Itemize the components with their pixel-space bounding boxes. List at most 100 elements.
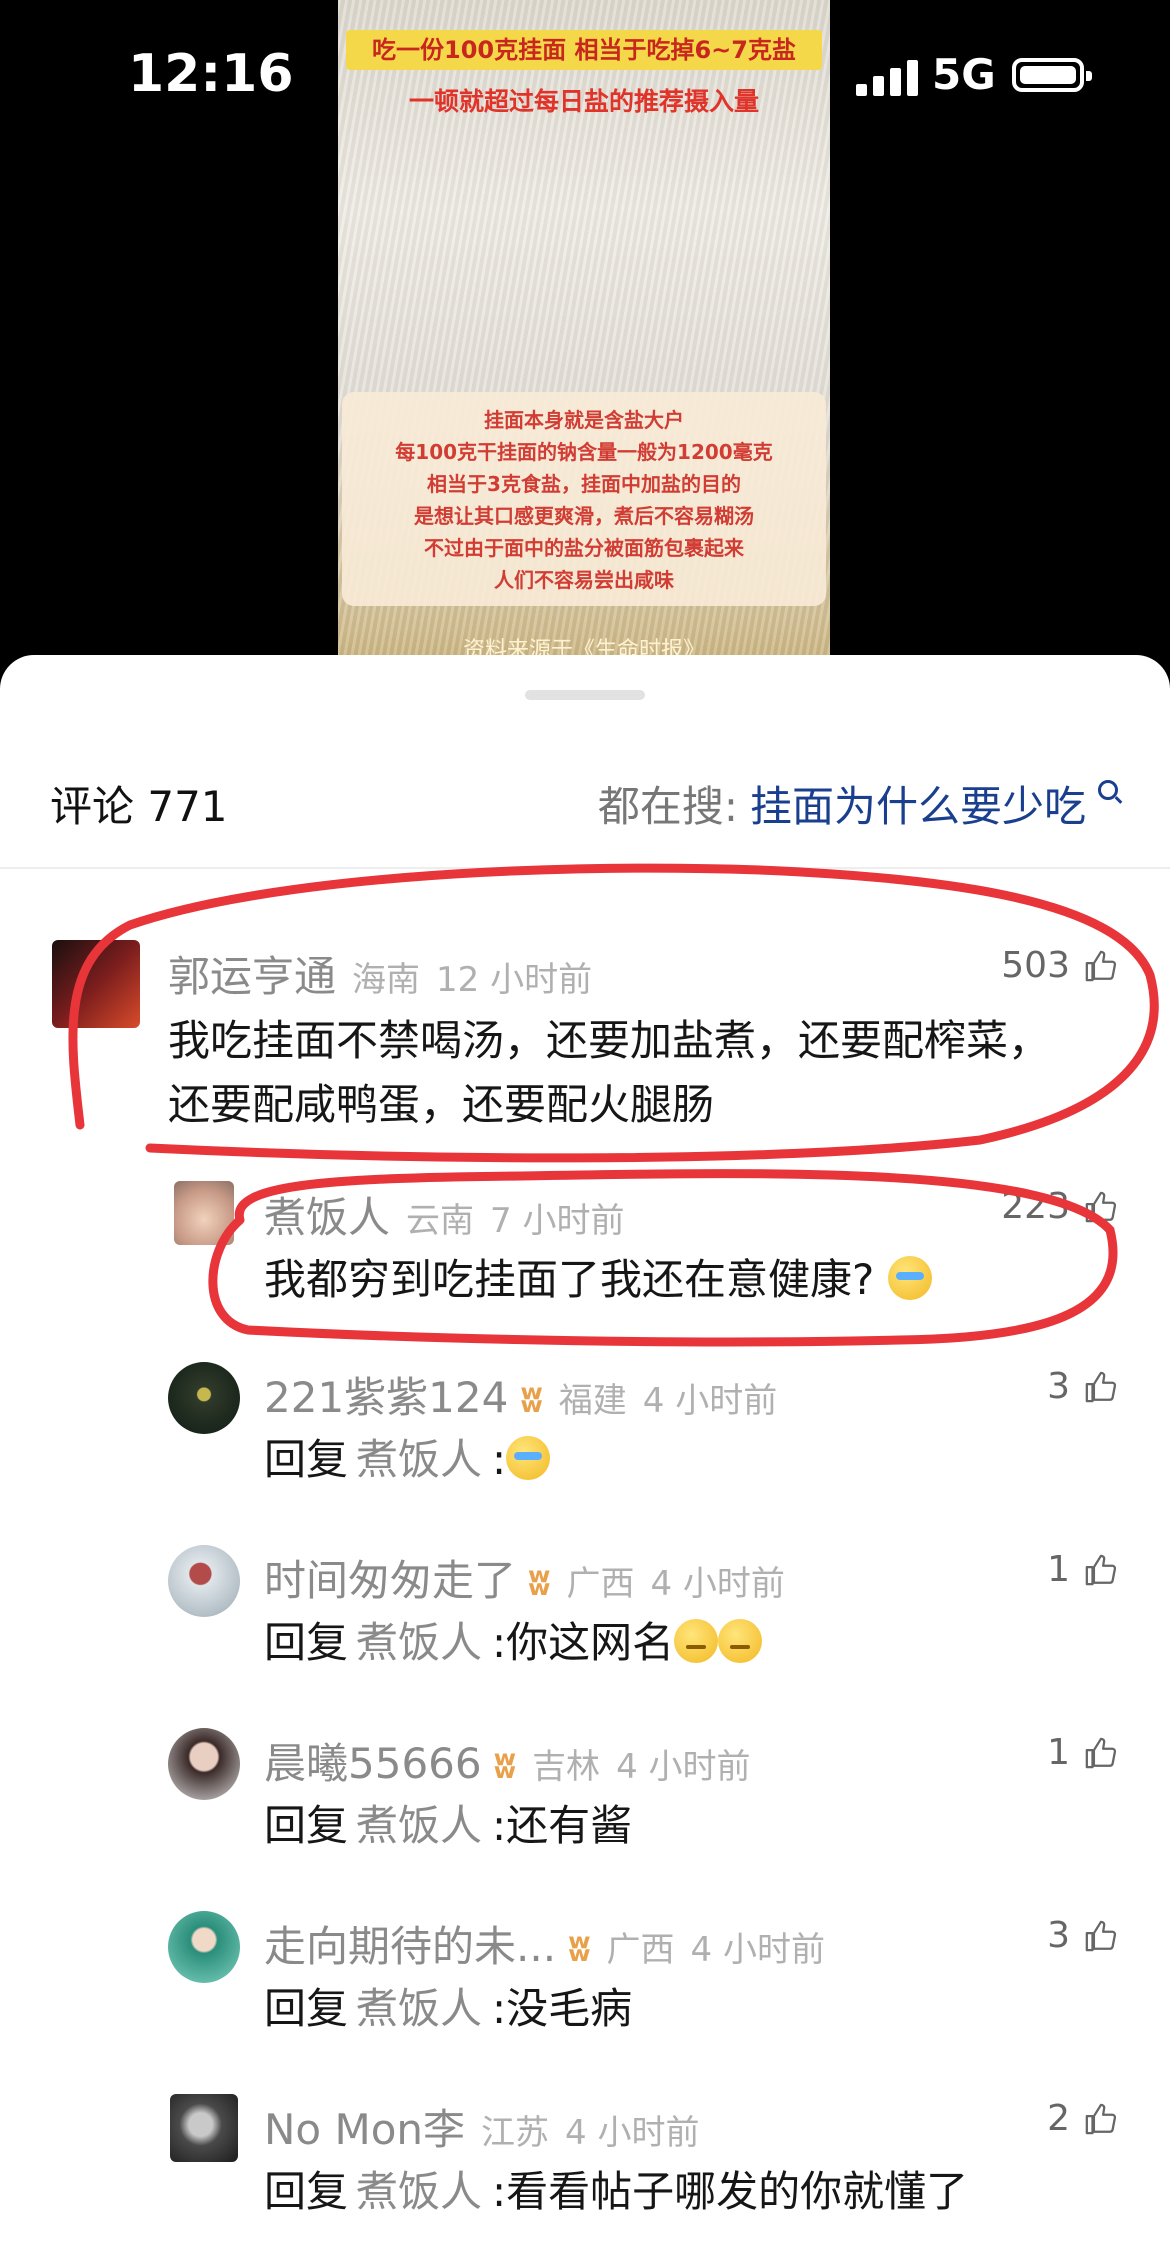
comment-text-content: :还有酱 (492, 1801, 633, 1850)
comment-text-line: 还要配咸鸭蛋，还要配火腿肠 (168, 1080, 715, 1129)
avatar[interactable] (168, 1911, 240, 1983)
status-time: 12:16 (128, 44, 294, 104)
comment-text: 回复 煮饭人: (264, 1428, 551, 1492)
crying-laugh-emoji-icon (506, 1436, 551, 1480)
avatar[interactable] (170, 2094, 238, 2162)
comment-author[interactable]: 晨曦55666 (264, 1730, 482, 1791)
caption-line: 人们不容易尝出咸味 (494, 568, 674, 592)
caption-line: 是想让其口感更爽滑，煮后不容易糊汤 (414, 504, 754, 528)
avatar[interactable] (168, 1362, 240, 1434)
comment-text-content: : (492, 1435, 507, 1484)
comment-time: 4 小时前 (690, 1930, 825, 1970)
comment-author[interactable]: 走向期待的未... (264, 1913, 556, 1974)
comment-text-content: 我都穷到吃挂面了我还在意健康? (264, 1255, 875, 1304)
like-button[interactable]: 223 (1001, 1186, 1118, 1227)
hot-search-query[interactable]: 挂面为什么要少吃 (750, 773, 1086, 834)
battery-icon (1012, 58, 1092, 92)
vip-badge-icon: ʬ (493, 1743, 517, 1787)
like-button[interactable]: 3 (1047, 1915, 1118, 1956)
vip-badge-icon: ʬ (520, 1377, 543, 1421)
reply-prefix: 回复 (264, 1984, 349, 2033)
like-count: 503 (1001, 945, 1070, 986)
like-count: 1 (1047, 1732, 1070, 1773)
like-button[interactable]: 1 (1047, 1732, 1118, 1773)
comment-location: 吉林 (532, 1747, 601, 1787)
hot-search-link[interactable]: 都在搜: 挂面为什么要少吃 (598, 773, 1118, 834)
like-count: 3 (1047, 1366, 1070, 1407)
thumbs-up-icon (1085, 1737, 1117, 1768)
thumbs-up-icon (1085, 1920, 1117, 1951)
like-button[interactable]: 2 (1047, 2098, 1118, 2139)
signal-icon (856, 58, 918, 96)
vip-badge-icon: ʬ (568, 1926, 591, 1970)
comment-text: 回复 煮饭人:你这网名 (264, 1611, 763, 1675)
like-button[interactable]: 3 (1047, 1366, 1118, 1407)
like-count: 3 (1047, 1915, 1070, 1956)
comment-time: 12 小时前 (436, 960, 593, 1000)
caption-line: 不过由于面中的盐分被面筋包裹起来 (424, 536, 744, 560)
caption-line: 挂面本身就是含盐大户 (484, 408, 684, 432)
caption-line: 每100克干挂面的钠含量一般为1200毫克 (395, 440, 773, 464)
comment-time: 7 小时前 (490, 1201, 625, 1241)
comment-location: 福建 (558, 1381, 627, 1421)
avatar[interactable] (168, 1545, 240, 1617)
status-bar: 12:16 5G (0, 0, 1170, 160)
comment-author[interactable]: 221紫紫124 (264, 1364, 508, 1425)
thumbs-up-icon (1085, 2103, 1117, 2134)
comment-text-content: :看看帖子哪发的你就懂了 (492, 2167, 969, 2216)
comment-author[interactable]: 郭运亨通 (168, 943, 336, 1004)
avatar[interactable] (168, 1728, 240, 1800)
comment-author[interactable]: 煮饭人 (264, 1184, 390, 1245)
comment-text-content: :你这网名 (492, 1618, 675, 1667)
video-caption-box: 挂面本身就是含盐大户 每100克干挂面的钠含量一般为1200毫克 相当于3克食盐… (342, 392, 826, 606)
comment-text-content: :没毛病 (492, 1984, 633, 2033)
reply-to-name[interactable]: 煮饭人 (356, 1801, 482, 1850)
comment-text: 回复 煮饭人:还有酱 (264, 1794, 632, 1858)
crying-laugh-emoji-icon (887, 1256, 932, 1300)
vip-badge-icon: ʬ (528, 1560, 551, 1604)
comment-author[interactable]: No Mon李 (264, 2096, 465, 2157)
caption-line: 相当于3克食盐，挂面中加盐的目的 (427, 472, 741, 496)
thumbs-up-icon (1085, 1191, 1117, 1222)
avatar[interactable] (174, 1181, 234, 1245)
network-type: 5G (932, 50, 996, 99)
thinking-emoji-icon (718, 1619, 763, 1663)
thinking-emoji-icon (674, 1619, 719, 1663)
comment-time: 4 小时前 (616, 1747, 751, 1787)
comment-location: 海南 (352, 960, 421, 1000)
reply-prefix: 回复 (264, 2167, 349, 2216)
reply-to-name[interactable]: 煮饭人 (356, 2167, 482, 2216)
reply-to-name[interactable]: 煮饭人 (356, 1618, 482, 1667)
comment-time: 4 小时前 (565, 2113, 700, 2153)
comment-text-line: 我吃挂面不禁喝汤，还要加盐煮，还要配榨菜， (168, 1016, 1051, 1065)
avatar[interactable] (52, 940, 140, 1028)
reply-to-name[interactable]: 煮饭人 (356, 1984, 482, 2033)
comment-location: 广西 (606, 1930, 675, 1970)
drag-handle[interactable] (525, 690, 645, 700)
comments-count: 评论 771 (50, 782, 228, 831)
divider (0, 867, 1170, 869)
thumbs-up-icon (1085, 1554, 1117, 1585)
reply-prefix: 回复 (264, 1435, 349, 1484)
comment-time: 4 小时前 (650, 1564, 785, 1604)
reply-to-name[interactable]: 煮饭人 (356, 1435, 482, 1484)
comment-location: 云南 (406, 1201, 475, 1241)
thumbs-up-icon (1085, 1371, 1117, 1402)
like-button[interactable]: 503 (1001, 945, 1118, 986)
comment-text: 回复 煮饭人:没毛病 (264, 1977, 632, 2041)
comment-author[interactable]: 时间匆匆走了 (264, 1547, 516, 1608)
comment-text: 我吃挂面不禁喝汤，还要加盐煮，还要配榨菜， 还要配咸鸭蛋，还要配火腿肠 (168, 1009, 1050, 1137)
like-button[interactable]: 1 (1047, 1549, 1118, 1590)
comment-text: 我都穷到吃挂面了我还在意健康? (264, 1248, 932, 1312)
comment-location: 广西 (566, 1564, 635, 1604)
reply-prefix: 回复 (264, 1801, 349, 1850)
thumbs-up-icon (1085, 950, 1117, 981)
like-count: 1 (1047, 1549, 1070, 1590)
comment-text: 回复 煮饭人:看看帖子哪发的你就懂了 (264, 2160, 968, 2224)
comment-location: 江苏 (481, 2113, 550, 2153)
hot-search-label: 都在搜: (597, 782, 738, 831)
like-count: 223 (1001, 1186, 1070, 1227)
reply-prefix: 回复 (264, 1618, 349, 1667)
like-count: 2 (1047, 2098, 1070, 2139)
comment-time: 4 小时前 (642, 1381, 778, 1421)
